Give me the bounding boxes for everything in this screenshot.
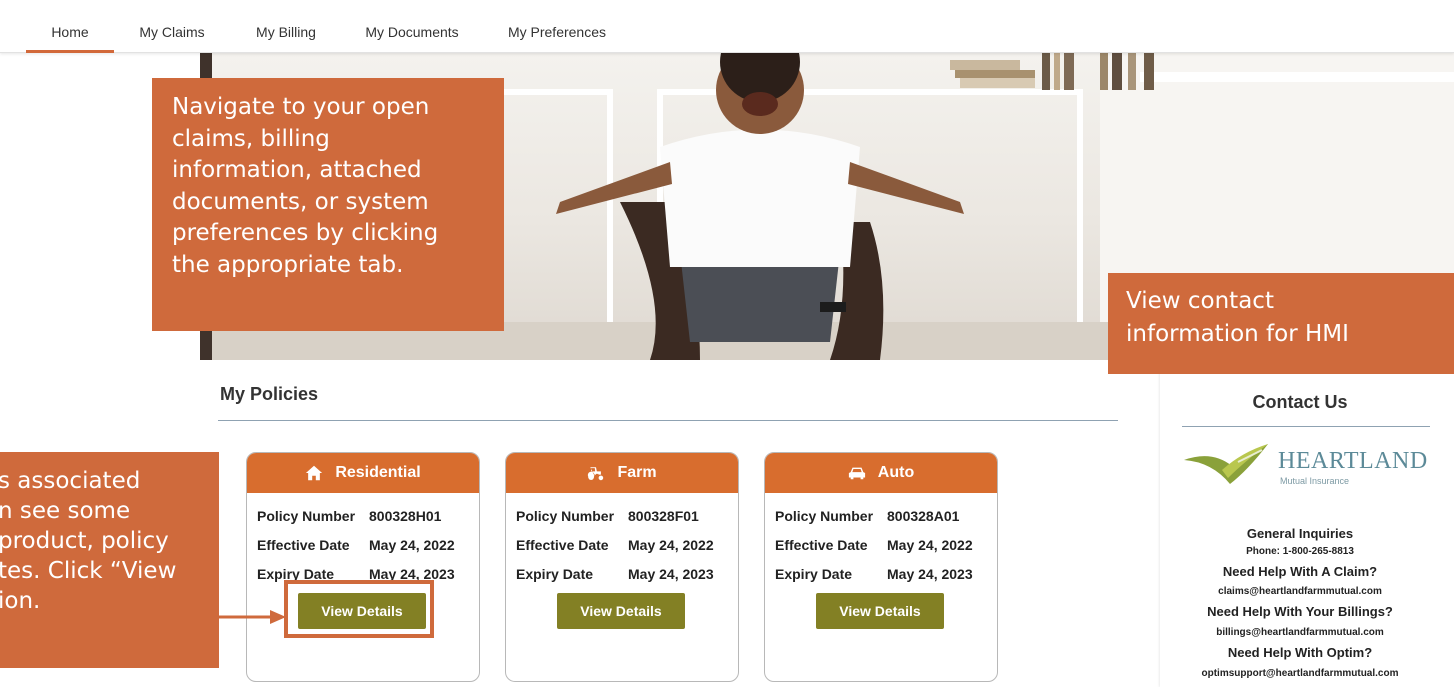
policy-number-label: Policy Number — [516, 508, 615, 524]
card-title: Farm — [617, 464, 657, 481]
tab-home[interactable]: Home — [26, 0, 114, 53]
effective-date-row: Effective Date May 24, 2022 — [516, 537, 714, 553]
tab-my-claims[interactable]: My Claims — [132, 0, 212, 52]
policies-title: My Policies — [220, 384, 319, 404]
effective-date-row: Effective Date May 24, 2022 — [775, 537, 973, 553]
expiry-date-value: May 24, 2023 — [887, 566, 973, 582]
tab-my-billing[interactable]: My Billing — [246, 0, 326, 52]
expiry-date-value: May 24, 2023 — [628, 566, 714, 582]
view-details-button-farm[interactable]: View Details — [557, 593, 685, 629]
effective-date-label: Effective Date — [516, 537, 609, 553]
callout-line: documents, or system — [172, 188, 429, 215]
policy-number-label: Policy Number — [775, 508, 874, 524]
callout-text: s associated n see some product, policy … — [0, 466, 176, 616]
tractor-icon — [588, 467, 604, 481]
callout-line: product, policy — [0, 528, 169, 554]
contact-divider — [1182, 426, 1430, 427]
effective-date-label: Effective Date — [257, 537, 350, 553]
home-icon — [306, 465, 323, 481]
policies-divider — [218, 420, 1118, 421]
policy-number-value: 800328A01 — [887, 508, 960, 524]
nav-callout: Navigate to your open claims, billing in… — [152, 78, 504, 331]
callout-line: information for HMI — [1126, 321, 1349, 347]
expiry-date-row: Expiry Date May 24, 2023 — [516, 566, 714, 582]
callout-line: s associated — [0, 468, 141, 494]
arrow-icon — [218, 610, 286, 624]
effective-date-value: May 24, 2022 — [628, 537, 714, 553]
card-title: Residential — [335, 464, 421, 481]
optim-email-link[interactable]: optimsupport@heartlandfarmmutual.com — [1160, 668, 1440, 679]
effective-date-row: Effective Date May 24, 2022 — [257, 537, 455, 553]
card-header: Residential — [247, 453, 479, 493]
phone-text: Phone: 1-800-265-8813 — [1246, 546, 1354, 557]
claim-help-heading: Need Help With A Claim? — [1222, 564, 1378, 579]
policy-number-value: 800328F01 — [628, 508, 699, 524]
expiry-date-label: Expiry Date — [516, 566, 594, 582]
contact-us-panel: Contact Us HEARTLAND Mutual Insurance Ge… — [1160, 360, 1454, 687]
heartland-logo: HEARTLAND Mutual Insurance — [1182, 440, 1442, 492]
callout-line: claims, billing — [172, 125, 330, 152]
card-header: Auto — [765, 453, 997, 493]
contact-callout: View contact information for HMI — [1108, 273, 1454, 374]
policy-number-row: Policy Number 800328A01 — [775, 508, 959, 524]
top-nav: Home My Claims My Billing My Documents M… — [0, 0, 1454, 53]
policy-number-row: Policy Number 800328H01 — [257, 508, 441, 524]
car-icon — [848, 467, 865, 480]
view-details-highlight-box — [284, 580, 434, 638]
general-inquiries-heading: General Inquiries — [1246, 526, 1354, 541]
policy-number-value: 800328H01 — [369, 508, 442, 524]
policy-card-auto: Auto Policy Number 800328A01 Effective Da… — [764, 452, 998, 682]
billings-email-link[interactable]: billings@heartlandfarmmutual.com — [1160, 627, 1440, 638]
callout-line: n see some — [0, 498, 131, 524]
callout-line: tes. Click “View — [0, 558, 177, 584]
logo-subtitle: Mutual Insurance — [1280, 476, 1350, 486]
policy-card-farm: Farm Policy Number 800328F01 Effective Da… — [505, 452, 739, 682]
card-header: Farm — [506, 453, 738, 493]
effective-date-label: Effective Date — [775, 537, 868, 553]
policy-card-residential: Residential Policy Number 800328H01 Effec… — [246, 452, 480, 682]
optim-help-heading: Need Help With Optim? — [1227, 645, 1373, 660]
policy-number-row: Policy Number 800328F01 — [516, 508, 699, 524]
expiry-date-row: Expiry Date May 24, 2023 — [775, 566, 973, 582]
callout-line: ion. — [0, 588, 41, 614]
effective-date-value: May 24, 2022 — [887, 537, 973, 553]
callout-line: the appropriate tab. — [172, 251, 404, 278]
callout-line: preferences by clicking — [172, 220, 439, 246]
leaf-logo-icon — [1184, 444, 1268, 484]
logo-name: HEARTLAND — [1278, 448, 1428, 474]
callout-line: information, attached — [172, 157, 422, 183]
effective-date-value: May 24, 2022 — [369, 537, 455, 553]
tab-my-documents[interactable]: My Documents — [356, 0, 468, 52]
contact-title: Contact Us — [1252, 392, 1348, 412]
tab-my-preferences[interactable]: My Preferences — [498, 0, 616, 52]
card-title: Auto — [877, 464, 915, 481]
expiry-date-label: Expiry Date — [775, 566, 853, 582]
callout-line: View contact — [1126, 288, 1274, 314]
policy-number-label: Policy Number — [257, 508, 356, 524]
claims-email-link[interactable]: claims@heartlandfarmmutual.com — [1160, 586, 1440, 597]
policies-callout: s associated n see some product, policy … — [0, 452, 219, 668]
callout-line: Navigate to your open — [172, 94, 430, 120]
billing-help-heading: Need Help With Your Billings? — [1207, 604, 1393, 619]
view-details-button-auto[interactable]: View Details — [816, 593, 944, 629]
